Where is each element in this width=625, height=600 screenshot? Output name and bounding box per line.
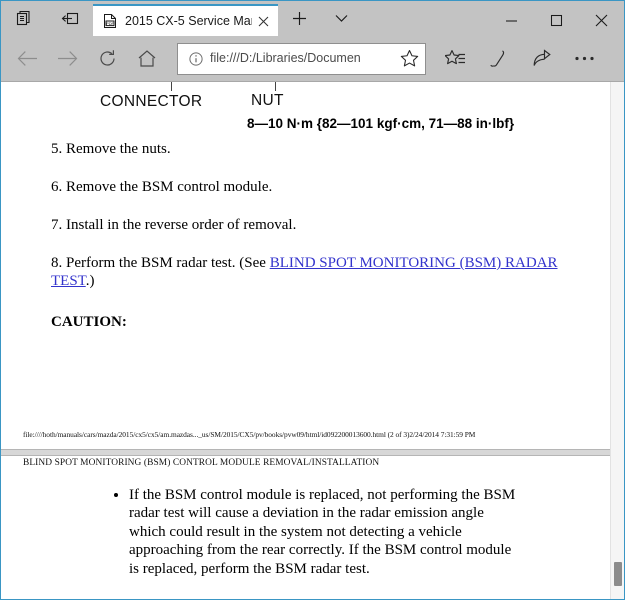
printed-page-header: BLIND SPOT MONITORING (BSM) CONTROL MODU… bbox=[23, 458, 380, 468]
step-item: 7. Install in the reverse order of remov… bbox=[51, 217, 297, 233]
document-page: CONNECTOR NUT 8—10 N·m {82—101 kgf·cm, 7… bbox=[1, 82, 611, 599]
forward-button[interactable] bbox=[47, 42, 87, 76]
step-8-suffix: .) bbox=[85, 273, 95, 289]
leader-line-nut bbox=[275, 82, 276, 91]
minimize-button[interactable] bbox=[489, 4, 534, 36]
leader-line-connector bbox=[171, 82, 172, 91]
close-window-button[interactable] bbox=[579, 4, 624, 36]
procedure-steps: 5. Remove the nuts. 6. Remove the BSM co… bbox=[1, 140, 611, 331]
add-to-favorites-star-icon[interactable] bbox=[395, 49, 423, 68]
address-input[interactable]: file:///D:/Libraries/Documen bbox=[208, 52, 395, 65]
pdf-file-icon: PDF bbox=[102, 13, 118, 29]
svg-text:PDF: PDF bbox=[106, 21, 114, 26]
caution-bullet-list: If the BSM control module is replaced, n… bbox=[1, 486, 521, 578]
new-tab-button[interactable] bbox=[278, 1, 320, 36]
refresh-button[interactable] bbox=[87, 42, 127, 76]
tab-title: 2015 CX-5 Service Manual bbox=[125, 14, 252, 28]
list-item: If the BSM control module is replaced, n… bbox=[129, 486, 521, 578]
caution-heading: CAUTION: bbox=[51, 314, 127, 330]
content-viewport: CONNECTOR NUT 8—10 N·m {82—101 kgf·cm, 7… bbox=[1, 81, 624, 599]
step-8-prefix: 8. Perform the BSM radar test. (See bbox=[51, 255, 270, 271]
site-info-icon[interactable] bbox=[184, 51, 208, 66]
share-icon[interactable] bbox=[520, 42, 563, 76]
printed-page-footer-url: file:////hoth/manuals/cars/mazda/2015/cx… bbox=[23, 430, 476, 439]
settings-and-more-button[interactable] bbox=[563, 42, 606, 76]
titlebar-drag-region bbox=[362, 1, 489, 36]
back-button[interactable] bbox=[7, 42, 47, 76]
maximize-button[interactable] bbox=[534, 4, 579, 36]
tab-list-chevron-down-icon[interactable] bbox=[320, 1, 362, 36]
title-bar: PDF 2015 CX-5 Service Manual bbox=[1, 1, 624, 36]
navigation-toolbar: file:///D:/Libraries/Documen bbox=[1, 36, 624, 81]
close-tab-icon[interactable] bbox=[252, 10, 274, 32]
figure-callouts: CONNECTOR NUT 8—10 N·m {82—101 kgf·cm, 7… bbox=[1, 82, 611, 140]
scrollbar-thumb[interactable] bbox=[614, 562, 622, 586]
make-a-web-note-icon[interactable] bbox=[477, 42, 520, 76]
home-button[interactable] bbox=[127, 42, 167, 76]
page-break-divider bbox=[1, 449, 611, 456]
set-tabs-aside-icon[interactable] bbox=[47, 1, 93, 36]
vertical-scrollbar[interactable] bbox=[610, 82, 624, 599]
browser-tab[interactable]: PDF 2015 CX-5 Service Manual bbox=[93, 4, 278, 36]
step-item-8: 8. Perform the BSM radar test. (See BLIN… bbox=[51, 254, 591, 290]
restore-tabs-icon[interactable] bbox=[1, 1, 47, 36]
address-bar[interactable]: file:///D:/Libraries/Documen bbox=[177, 42, 426, 75]
reading-list-icon[interactable] bbox=[434, 42, 477, 76]
figure-torque-spec: 8—10 N·m {82—101 kgf·cm, 71—88 in·lbf} bbox=[247, 116, 515, 131]
step-item: 6. Remove the BSM control module. bbox=[51, 179, 273, 195]
figure-label-connector: CONNECTOR bbox=[100, 93, 203, 110]
step-item: 5. Remove the nuts. bbox=[51, 141, 171, 157]
figure-label-nut: NUT bbox=[251, 92, 284, 109]
browser-window: PDF 2015 CX-5 Service Manual bbox=[0, 0, 625, 600]
